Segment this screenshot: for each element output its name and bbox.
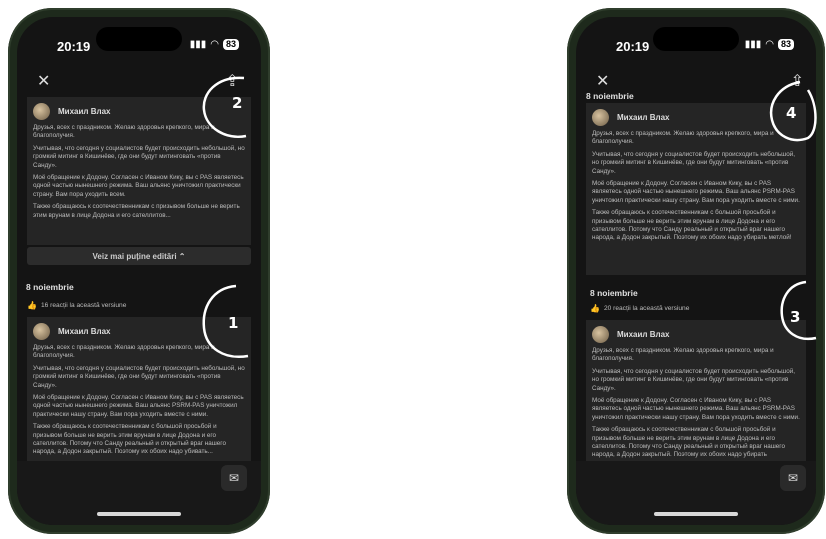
post-paragraph: Моё обращение к Додону. Согласен с Ивано… (592, 180, 800, 204)
post-paragraph: Друзья, всех с праздником. Желаю здоровь… (592, 130, 774, 146)
home-indicator[interactable] (97, 512, 181, 516)
message-icon: ✉ (787, 471, 799, 485)
wifi-icon: ◠ (765, 39, 774, 50)
show-fewer-edits-button[interactable]: Veiz mai puține editări ⌃ (27, 247, 251, 265)
post-paragraph: Также обращаюсь к соотечественникам с пр… (33, 203, 240, 219)
author-name: Михаил Влах (58, 107, 111, 116)
reactions-row[interactable]: 👍 16 reacții la această versiune (27, 301, 126, 310)
thumbs-up-icon: 👍 (590, 304, 600, 313)
post-paragraph: Моё обращение к Додону. Согласен с Ивано… (33, 174, 244, 198)
status-time: 20:19 (57, 39, 91, 54)
status-icons: ▮▮▮ ◠ 83 (745, 39, 794, 50)
post-paragraph: Учитывая, что сегодня у социалистов буде… (592, 367, 796, 392)
phone-left: 20:19 ▮▮▮ ◠ 83 ✕ ⇪ Михаил Влах Друзья, в… (8, 8, 270, 534)
post-paragraph: Также обращаюсь к соотечественникам с бо… (33, 423, 226, 456)
battery-badge: 83 (777, 39, 794, 50)
avatar (33, 323, 50, 340)
post-paragraph: Друзья, всех с праздником. Желаю здоровь… (33, 344, 215, 360)
signal-icon: ▮▮▮ (744, 39, 762, 50)
close-icon[interactable]: ✕ (596, 71, 609, 91)
post-paragraph: Моё обращение к Додону. Согласен с Ивано… (592, 397, 800, 421)
post-card-top: Михаил Влах Друзья, всех с праздником. Ж… (27, 97, 251, 245)
reactions-count: 16 reacții la această versiune (40, 302, 127, 309)
phone-right: 20:19 ▮▮▮ ◠ 83 ✕ ⇪ 8 noiembrie Михаил Вл… (567, 8, 825, 534)
post-paragraph: Также обращаюсь к соотечественникам с бо… (592, 209, 792, 242)
dynamic-island (653, 27, 739, 51)
reactions-count: 20 reacții la această versiune (603, 305, 690, 312)
author-name: Михаил Влах (58, 327, 111, 336)
dynamic-island (96, 27, 182, 51)
post-author: Михаил Влах (27, 97, 251, 124)
post-paragraph: Друзья, всех с праздником. Желаю здоровь… (592, 347, 774, 363)
post-author: Михаил Влах (586, 103, 806, 130)
avatar (592, 109, 609, 126)
message-button[interactable]: ✉ (221, 465, 247, 491)
avatar (592, 326, 609, 343)
share-icon[interactable]: ⇪ (226, 71, 239, 91)
share-icon[interactable]: ⇪ (791, 71, 804, 91)
version-date-top: 8 noiembrie (586, 91, 634, 101)
post-card-top: Михаил Влах Друзья, всех с праздником. Ж… (586, 103, 806, 275)
post-paragraph: Также обращаюсь к соотечественникам с бо… (592, 426, 785, 459)
post-author: Михаил Влах (27, 317, 251, 344)
author-name: Михаил Влах (617, 330, 670, 339)
home-indicator[interactable] (654, 512, 738, 516)
thumbs-up-icon: 👍 (27, 301, 37, 310)
close-icon[interactable]: ✕ (37, 71, 50, 91)
version-date: 8 noiembrie (26, 282, 74, 292)
post-paragraph: Учитывая, что сегодня у социалистов буде… (33, 364, 245, 389)
status-time: 20:19 (616, 39, 650, 54)
post-paragraph: Учитывая, что сегодня у социалистов буде… (592, 150, 796, 175)
post-author: Михаил Влах (586, 320, 806, 347)
signal-icon: ▮▮▮ (189, 39, 207, 50)
post-paragraph: Моё обращение к Додону. Согласен с Ивано… (33, 394, 244, 418)
author-name: Михаил Влах (617, 113, 670, 122)
message-icon: ✉ (228, 471, 240, 485)
reactions-row[interactable]: 👍 20 reacții la această versiune (590, 304, 689, 313)
phone-right-screen: 20:19 ▮▮▮ ◠ 83 ✕ ⇪ 8 noiembrie Михаил Вл… (576, 17, 816, 525)
battery-badge: 83 (222, 39, 239, 50)
avatar (33, 103, 50, 120)
version-date: 8 noiembrie (590, 288, 638, 298)
post-paragraph: Друзья, всех с праздником. Желаю здоровь… (33, 124, 215, 140)
wifi-icon: ◠ (210, 39, 219, 50)
message-button[interactable]: ✉ (780, 465, 806, 491)
phone-left-screen: 20:19 ▮▮▮ ◠ 83 ✕ ⇪ Михаил Влах Друзья, в… (17, 17, 261, 525)
post-paragraph: Учитывая, что сегодня у социалистов буде… (33, 144, 245, 169)
status-icons: ▮▮▮ ◠ 83 (190, 39, 239, 50)
